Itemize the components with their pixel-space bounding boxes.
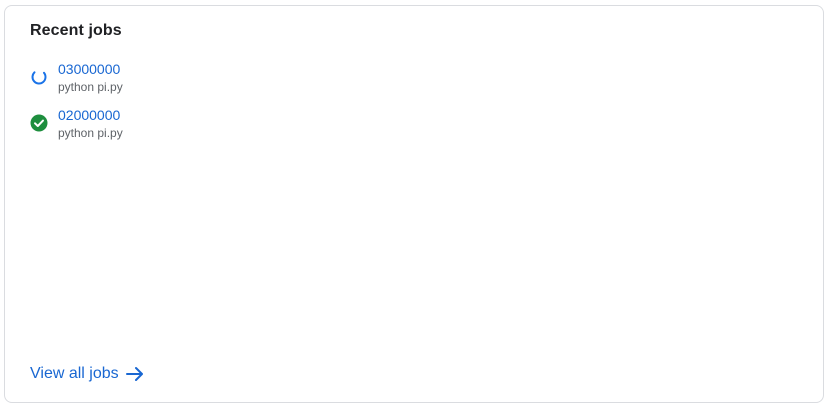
job-list: 03000000 python pi.py 02000000 python pi… — [30, 60, 123, 152]
view-all-jobs-link[interactable]: View all jobs — [30, 364, 145, 384]
arrow-right-icon — [125, 364, 145, 384]
job-command: python pi.py — [58, 126, 123, 140]
job-item-running: 03000000 python pi.py — [30, 60, 123, 106]
spinner-icon — [30, 68, 48, 86]
recent-jobs-card: Recent jobs 03000000 python pi.py 020000… — [4, 5, 824, 403]
job-id-link[interactable]: 02000000 — [58, 106, 123, 124]
job-item-succeeded: 02000000 python pi.py — [30, 106, 123, 152]
job-id-link[interactable]: 03000000 — [58, 60, 123, 78]
check-circle-icon — [30, 114, 48, 132]
card-title: Recent jobs — [30, 22, 122, 39]
job-command: python pi.py — [58, 80, 123, 94]
view-all-jobs-label: View all jobs — [30, 365, 119, 382]
